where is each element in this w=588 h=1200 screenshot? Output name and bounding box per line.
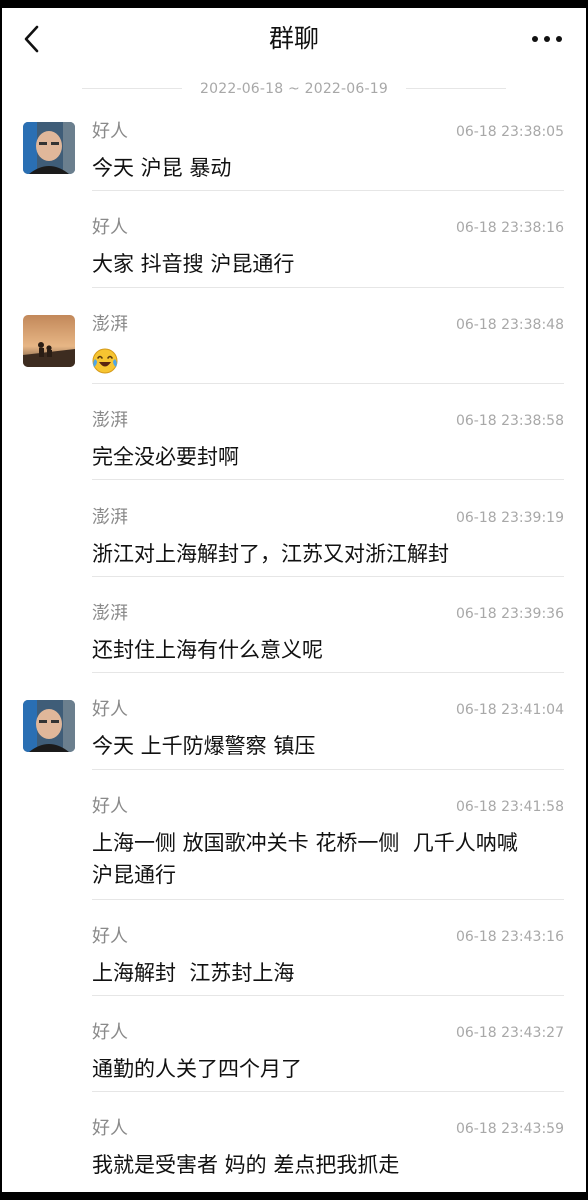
message-divider	[92, 287, 564, 288]
message-time: 06-18 23:39:19	[455, 510, 564, 526]
avatar[interactable]	[23, 315, 75, 367]
more-button[interactable]	[530, 28, 564, 50]
message-item[interactable]: 好人 06-18 23:43:27 通勤的人关了四个月了	[2, 1003, 586, 1099]
message-item[interactable]: 好人 06-18 23:38:05 今天 沪昆 暴动	[2, 102, 586, 198]
message-item[interactable]: 好人 06-18 23:41:04 今天 上千防爆警察 镇压	[2, 680, 586, 776]
message-divider	[92, 899, 564, 900]
more-dots-icon	[532, 36, 562, 42]
nav-bar: 群聊	[2, 8, 586, 70]
date-range-label: 2022-06-18 ~ 2022-06-19	[200, 81, 388, 97]
message-time: 06-18 23:43:16	[455, 929, 564, 945]
message-divider	[92, 479, 564, 480]
sender-name: 澎湃	[92, 507, 128, 528]
sender-name: 好人	[92, 217, 128, 238]
avatar[interactable]	[23, 700, 75, 752]
message-time: 06-18 23:43:27	[455, 1025, 564, 1041]
message-item[interactable]: 澎湃 06-18 23:38:48	[2, 295, 586, 391]
sender-name: 好人	[92, 796, 128, 817]
message-time: 06-18 23:41:58	[455, 799, 564, 815]
message-text: 上海解封 江苏封上海	[92, 961, 295, 985]
message-item[interactable]: 好人 06-18 23:41:58 上海一侧 放国歌冲关卡 花桥一侧 几千人呐喊…	[2, 777, 586, 903]
sender-name: 澎湃	[92, 603, 128, 624]
message-divider	[92, 995, 564, 996]
message-text: 浙江对上海解封了，江苏又对浙江解封	[92, 542, 449, 566]
sender-name: 好人	[92, 1118, 128, 1139]
message-time: 06-18 23:38:58	[455, 413, 564, 429]
message-divider	[92, 383, 564, 384]
sender-name: 澎湃	[92, 314, 128, 335]
divider-line	[82, 88, 182, 89]
message-text: 还封住上海有什么意义呢	[92, 638, 323, 662]
message-time: 06-18 23:38:05	[455, 124, 564, 140]
phone-frame: 群聊 2022-06-18 ~ 2022-06-19 好人 06-18 23:3…	[0, 0, 588, 1200]
message-divider	[92, 576, 564, 577]
message-time: 06-18 23:41:04	[455, 702, 564, 718]
message-text: 今天 上千防爆警察 镇压	[92, 734, 316, 758]
message-text: 今天 沪昆 暴动	[92, 156, 232, 180]
message-text: 我就是受害者 妈的 差点把我抓走	[92, 1153, 400, 1177]
message-item[interactable]: 澎湃 06-18 23:39:36 还封住上海有什么意义呢	[2, 584, 586, 680]
page-title: 群聊	[268, 24, 319, 53]
sender-name: 好人	[92, 926, 128, 947]
sender-name: 澎湃	[92, 410, 128, 431]
message-text: 通勤的人关了四个月了	[92, 1057, 302, 1081]
message-text: 上海一侧 放国歌冲关卡 花桥一侧 几千人呐喊 沪昆通行	[92, 831, 518, 887]
message-time: 06-18 23:39:36	[455, 606, 564, 622]
avatar[interactable]	[23, 122, 75, 174]
sender-name: 好人	[92, 699, 128, 720]
message-item[interactable]: 澎湃 06-18 23:38:58 完全没必要封啊	[2, 391, 586, 487]
sender-name: 好人	[92, 121, 128, 142]
sender-name: 好人	[92, 1022, 128, 1043]
message-item[interactable]: 好人 06-18 23:43:59 我就是受害者 妈的 差点把我抓走	[2, 1099, 586, 1192]
message-item[interactable]: 好人 06-18 23:43:16 上海解封 江苏封上海	[2, 907, 586, 1003]
message-divider	[92, 672, 564, 673]
divider-line	[406, 88, 506, 89]
message-time: 06-18 23:43:59	[455, 1121, 564, 1137]
message-time: 06-18 23:38:48	[455, 317, 564, 333]
date-range-divider: 2022-06-18 ~ 2022-06-19	[2, 78, 586, 98]
message-item[interactable]: 好人 06-18 23:38:16 大家 抖音搜 沪昆通行	[2, 198, 586, 294]
message-divider	[92, 190, 564, 191]
message-divider	[92, 769, 564, 770]
message-text: 大家 抖音搜 沪昆通行	[92, 252, 295, 276]
laughing-crying-emoji-icon	[91, 347, 119, 375]
message-time: 06-18 23:38:16	[455, 220, 564, 236]
message-text: 完全没必要封啊	[92, 445, 239, 469]
message-item[interactable]: 澎湃 06-18 23:39:19 浙江对上海解封了，江苏又对浙江解封	[2, 488, 586, 584]
chat-screen: 群聊 2022-06-18 ~ 2022-06-19 好人 06-18 23:3…	[2, 8, 586, 1192]
message-divider	[92, 1091, 564, 1092]
